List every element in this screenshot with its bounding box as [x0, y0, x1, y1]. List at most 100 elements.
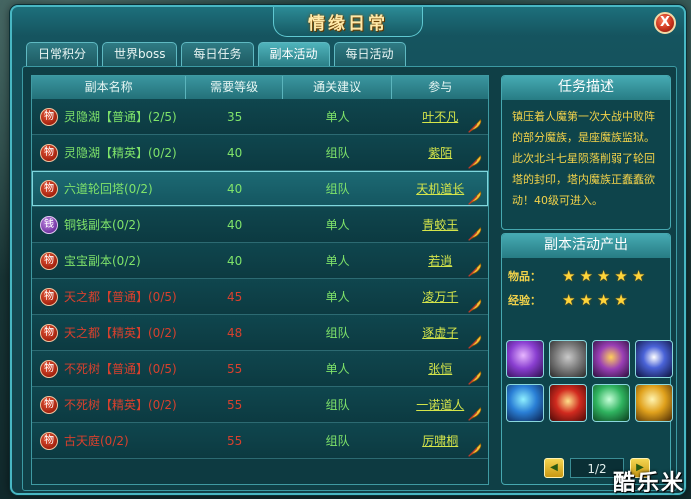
table-row[interactable]: 物 不死树【精英】(0/2) 55 组队 一诺道人	[32, 387, 488, 423]
teleport-feather-icon[interactable]	[466, 297, 484, 315]
dungeon-name: 宝宝副本(0/2)	[64, 254, 141, 268]
table-row[interactable]: 物 不死树【普通】(0/5) 55 单人 张恒	[32, 351, 488, 387]
dungeon-name-cell: 物 六道轮回塔(0/2)	[32, 179, 186, 198]
prev-page-button[interactable]: ◀	[544, 458, 564, 478]
dungeon-name: 灵隐湖【普通】(2/5)	[64, 110, 177, 124]
required-level: 48	[226, 325, 243, 340]
npc-link[interactable]: 青蛟王	[422, 216, 458, 233]
npc-link[interactable]: 紫陌	[428, 144, 452, 161]
required-level: 40	[226, 253, 243, 268]
star-icon: ★	[596, 291, 611, 309]
exp-stars: ★ ★ ★ ★	[562, 291, 632, 309]
tab-world-boss[interactable]: 世界boss	[102, 42, 178, 66]
green-crystal-icon[interactable]	[592, 384, 630, 422]
required-level: 55	[226, 361, 243, 376]
dungeon-name: 六道轮回塔(0/2)	[64, 182, 153, 196]
golden-crystal-icon[interactable]	[635, 384, 673, 422]
npc-link[interactable]: 厉啸桐	[422, 432, 458, 449]
purple-gem-icon[interactable]	[506, 340, 544, 378]
item-badge-icon: 物	[40, 431, 58, 450]
item-badge-icon: 物	[40, 323, 58, 342]
teleport-feather-icon[interactable]	[466, 333, 484, 351]
table-row[interactable]: 物 古天庭(0/2) 55 组队 厉啸桐	[32, 423, 488, 459]
required-level: 55	[226, 433, 243, 448]
dungeon-name-cell: 物 天之都【普通】(0/5)	[32, 287, 186, 306]
teleport-feather-icon[interactable]	[466, 405, 484, 423]
tab-daily-activities[interactable]: 每日活动	[333, 42, 406, 66]
npc-link[interactable]: 天机道长	[416, 180, 464, 197]
participate-cell: 青蛟王	[392, 216, 488, 241]
teleport-feather-icon[interactable]	[466, 261, 484, 279]
clear-advice: 组队	[325, 182, 350, 196]
dungeon-name: 不死树【普通】(0/5)	[64, 362, 177, 376]
tab-dungeon-activities[interactable]: 副本活动	[257, 42, 330, 66]
table-row[interactable]: 物 灵隐湖【普通】(2/5) 35 单人 叶不凡	[32, 99, 488, 135]
dungeon-name: 灵隐湖【精英】(0/2)	[64, 146, 177, 160]
npc-link[interactable]: 逐虚子	[422, 324, 458, 341]
rewards-panel: 副本活动产出 物品： ★ ★ ★ ★ ★ 经验： ★ ★ ★ ★ ◀ 1/2 ▶	[501, 233, 673, 485]
star-icon: ★	[562, 267, 576, 285]
rewards-title: 副本活动产出	[502, 234, 670, 258]
teleport-feather-icon[interactable]	[466, 117, 484, 135]
clear-advice: 单人	[325, 110, 350, 124]
tab-daily-points[interactable]: 日常积分	[26, 42, 99, 66]
teleport-feather-icon[interactable]	[466, 189, 484, 207]
blue-crystal-icon[interactable]	[506, 384, 544, 422]
spirit-beast-icon[interactable]	[592, 340, 630, 378]
teleport-feather-icon[interactable]	[466, 225, 484, 243]
reward-items-grid	[506, 340, 673, 422]
clear-advice: 组队	[325, 434, 350, 448]
required-level: 40	[226, 145, 243, 160]
items-rating: 物品： ★ ★ ★ ★ ★	[502, 264, 670, 288]
red-envelope-icon[interactable]	[549, 384, 587, 422]
star-icon: ★	[562, 291, 576, 309]
tab-bar: 日常积分 世界boss 每日任务 副本活动 每日活动	[26, 42, 406, 66]
coin-badge-icon: 钱	[40, 215, 58, 234]
required-level: 40	[226, 181, 243, 196]
clear-advice: 单人	[325, 362, 350, 376]
dungeon-table: 副本名称 需要等级 通关建议 参与 物 灵隐湖【普通】(2/5) 35 单人 叶…	[31, 75, 489, 485]
npc-link[interactable]: 张恒	[428, 360, 452, 377]
header-clear-advice: 通关建议	[283, 76, 393, 99]
item-badge-icon: 物	[40, 179, 58, 198]
tab-daily-tasks[interactable]: 每日任务	[181, 42, 254, 66]
item-badge-icon: 物	[40, 143, 58, 162]
dungeon-name-cell: 物 不死树【精英】(0/2)	[32, 395, 186, 414]
table-body: 物 灵隐湖【普通】(2/5) 35 单人 叶不凡 物 灵隐湖【精英】(0/2) …	[32, 99, 488, 459]
dungeon-name-cell: 钱 铜钱副本(0/2)	[32, 215, 186, 234]
participate-cell: 天机道长	[392, 180, 488, 205]
eye-orb-icon[interactable]	[635, 340, 673, 378]
item-badge-icon: 物	[40, 287, 58, 306]
task-description-text: 镇压着人魔第一次大战中败阵的部分魔族，是座魔族监狱。此次北斗七星陨落削弱了轮回塔…	[512, 110, 655, 207]
npc-link[interactable]: 凌万千	[422, 288, 458, 305]
required-level: 35	[226, 109, 243, 124]
item-badge-icon: 物	[40, 107, 58, 126]
dungeon-name: 古天庭(0/2)	[64, 434, 129, 448]
participate-cell: 厉啸桐	[392, 432, 488, 457]
table-row[interactable]: 钱 铜钱副本(0/2) 40 单人 青蛟王	[32, 207, 488, 243]
teleport-feather-icon[interactable]	[466, 441, 484, 459]
clear-advice: 组队	[325, 146, 350, 160]
table-row[interactable]: 物 灵隐湖【精英】(0/2) 40 组队 紫陌	[32, 135, 488, 171]
table-row[interactable]: 物 天之都【普通】(0/5) 45 单人 凌万千	[32, 279, 488, 315]
npc-link[interactable]: 叶不凡	[422, 108, 458, 125]
stone-tablet-icon[interactable]	[549, 340, 587, 378]
content-area: 副本名称 需要等级 通关建议 参与 物 灵隐湖【普通】(2/5) 35 单人 叶…	[22, 66, 677, 491]
teleport-feather-icon[interactable]	[466, 369, 484, 387]
npc-link[interactable]: 一诺道人	[416, 396, 464, 413]
table-row[interactable]: 物 六道轮回塔(0/2) 40 组队 天机道长	[32, 171, 488, 207]
star-icon: ★	[614, 291, 628, 309]
table-header: 副本名称 需要等级 通关建议 参与	[32, 76, 488, 99]
dungeon-name: 不死树【精英】(0/2)	[64, 398, 177, 412]
clear-advice: 单人	[325, 290, 350, 304]
required-level: 45	[226, 289, 243, 304]
task-description-panel: 任务描述 镇压着人魔第一次大战中败阵的部分魔族，是座魔族监狱。此次北斗七星陨落削…	[501, 75, 671, 230]
close-button[interactable]: X	[654, 12, 676, 34]
star-icon: ★	[579, 267, 593, 285]
watermark-logo: 酷乐米	[612, 471, 685, 496]
table-row[interactable]: 物 宝宝副本(0/2) 40 单人 若逍	[32, 243, 488, 279]
npc-link[interactable]: 若逍	[428, 252, 452, 269]
table-row[interactable]: 物 天之都【精英】(0/2) 48 组队 逐虚子	[32, 315, 488, 351]
star-icon: ★	[631, 267, 646, 285]
teleport-feather-icon[interactable]	[466, 153, 484, 171]
